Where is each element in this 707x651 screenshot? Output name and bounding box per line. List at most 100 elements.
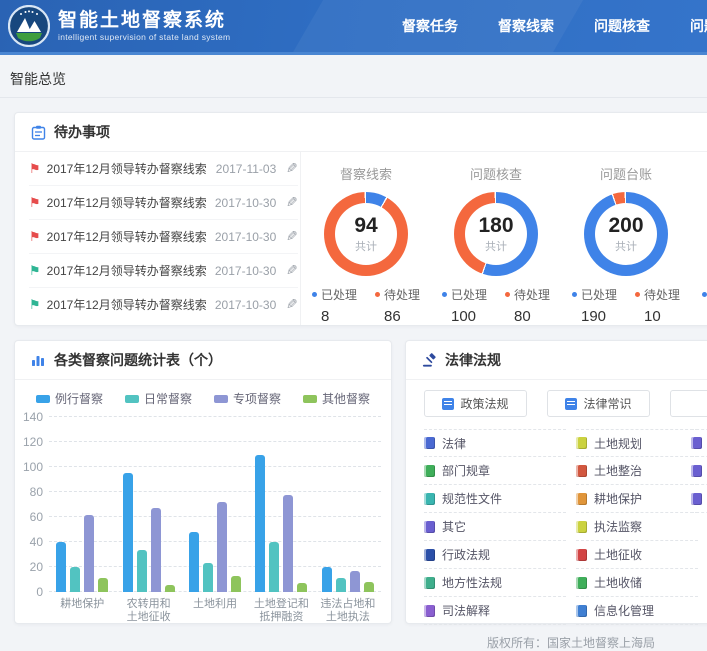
flag-icon: ⚑: [29, 264, 41, 277]
bar: [137, 550, 147, 593]
nav-item-4[interactable]: 问题台账: [690, 16, 707, 36]
legal-item-label: 耕地保护: [594, 490, 642, 507]
legend-item: 已处理190: [572, 286, 617, 325]
todo-list: ⚑2017年12月领导转办督察线索2017-11-03✎⚑2017年12月领导转…: [15, 152, 301, 325]
legend-dot: [375, 292, 380, 297]
legend-item: 例行督察: [36, 390, 103, 407]
legend-value: 86: [375, 308, 420, 325]
legal-item[interactable]: [691, 429, 707, 457]
bar-group: [255, 455, 307, 593]
book-icon: [424, 605, 435, 617]
donut-chart: 问题台账200共计已处理190待处理10: [561, 152, 691, 325]
donut-total-value: 200: [608, 215, 643, 237]
edit-pencil-icon[interactable]: ✎: [286, 194, 298, 211]
knowledge-icon: [565, 398, 577, 410]
donut-center: 180共计: [465, 203, 527, 265]
bar: [269, 542, 279, 592]
legend-item: 日常督察: [125, 390, 192, 407]
legal-button-3[interactable]: [670, 390, 707, 417]
panel-title: 各类督察问题统计表（个）: [54, 350, 222, 370]
bar: [297, 583, 307, 592]
book-icon: [691, 437, 702, 449]
legal-item[interactable]: [691, 485, 707, 513]
edit-pencil-icon[interactable]: ✎: [286, 160, 298, 177]
legal-item-label: 土地规划: [594, 435, 642, 452]
donut-chart: 督察线索94共计已处理8待处理86: [301, 152, 431, 325]
policy-icon: [442, 398, 454, 410]
y-axis-tick: 60: [30, 510, 43, 524]
legal-item-label: 土地征收: [594, 546, 642, 563]
y-axis-tick: 120: [23, 435, 43, 449]
legal-item-label: 土地收储: [594, 574, 642, 591]
legend-label: 已处理: [572, 286, 617, 303]
legal-item[interactable]: 其它: [424, 513, 566, 541]
todo-date: 2017-11-03: [216, 162, 277, 176]
legal-item[interactable]: 地方性法规: [424, 569, 566, 597]
edit-pencil-icon[interactable]: ✎: [286, 296, 298, 313]
flag-icon: ⚑: [29, 230, 41, 243]
legend-item: 其他督察: [303, 390, 370, 407]
legal-button-2[interactable]: 法律常识: [547, 390, 650, 417]
book-icon: [576, 577, 587, 589]
x-axis-label: 农转用和 土地征收: [115, 598, 181, 624]
legend-value: 8: [312, 308, 357, 325]
donut-chart: 督察任务已处理175待处理: [691, 152, 707, 325]
legal-item-label: 土地整治: [594, 462, 642, 479]
bar-group: [322, 567, 374, 592]
nav-item-2[interactable]: 督察线索: [498, 16, 554, 36]
todo-title: 2017年12月领导转办督察线索: [47, 194, 209, 211]
legal-item[interactable]: 行政法规: [424, 541, 566, 569]
footer-copyright: 版权所有：国家土地督察上海局: [487, 634, 655, 651]
todo-row: ⚑2017年12月领导转办督察线索2017-10-30✎: [29, 288, 298, 321]
legal-item[interactable]: 耕地保护: [576, 485, 698, 513]
legal-item[interactable]: 土地收储: [576, 569, 698, 597]
legal-item-label: 部门规章: [442, 462, 490, 479]
bar: [189, 532, 199, 592]
legend-item: 已处理100: [442, 286, 487, 325]
bar: [350, 571, 360, 592]
todo-title: 2017年12月领导转办督察线索: [47, 262, 209, 279]
button-label: 法律常识: [583, 395, 631, 412]
legal-item[interactable]: 规范性文件: [424, 485, 566, 513]
legend-label: 待处理: [635, 286, 680, 303]
y-axis-tick: 20: [30, 560, 43, 574]
todo-panel: 待办事项 ⚑2017年12月领导转办督察线索2017-11-03✎⚑2017年1…: [14, 112, 707, 326]
book-icon: [424, 521, 435, 533]
edit-pencil-icon[interactable]: ✎: [286, 262, 298, 279]
book-icon: [691, 493, 702, 505]
donut-title: 问题核查: [431, 164, 561, 183]
donut-chart: 问题核查180共计已处理100待处理80: [431, 152, 561, 325]
legend-value: 10: [635, 308, 680, 325]
donut-ring: 200共计: [584, 192, 668, 276]
legal-item[interactable]: 执法监察: [576, 513, 698, 541]
legal-item[interactable]: 部门规章: [424, 457, 566, 485]
nav-item-1[interactable]: 督察任务: [402, 16, 458, 36]
legal-item-label: 法律: [442, 435, 466, 452]
flag-icon: ⚑: [29, 196, 41, 209]
legend-swatch: [214, 395, 228, 403]
legal-item[interactable]: 土地规划: [576, 429, 698, 457]
breadcrumb-bar: 智能总览: [0, 55, 707, 98]
legal-item[interactable]: 法律: [424, 429, 566, 457]
bar: [255, 455, 265, 593]
bar: [151, 508, 161, 592]
legal-item-label: 司法解释: [442, 602, 490, 619]
donut-legend: 已处理175待处理: [691, 286, 707, 325]
donut-center: 94共计: [335, 203, 397, 265]
legal-item[interactable]: [691, 457, 707, 485]
edit-pencil-icon[interactable]: ✎: [286, 228, 298, 245]
book-icon: [424, 437, 435, 449]
donut-ring: 94共计: [324, 192, 408, 276]
legal-item[interactable]: 信息化管理: [576, 597, 698, 625]
todo-date: 2017-10-30: [215, 230, 276, 244]
legal-button-1[interactable]: 政策法规: [424, 390, 527, 417]
bar: [217, 502, 227, 592]
legal-item[interactable]: 司法解释: [424, 597, 566, 625]
book-icon: [576, 465, 587, 477]
legal-item[interactable]: 土地整治: [576, 457, 698, 485]
donut-total-value: 94: [354, 215, 377, 237]
bar: [364, 582, 374, 592]
nav-item-3[interactable]: 问题核查: [594, 16, 650, 36]
legal-item-label: 其它: [442, 518, 466, 535]
legal-item[interactable]: 土地征收: [576, 541, 698, 569]
